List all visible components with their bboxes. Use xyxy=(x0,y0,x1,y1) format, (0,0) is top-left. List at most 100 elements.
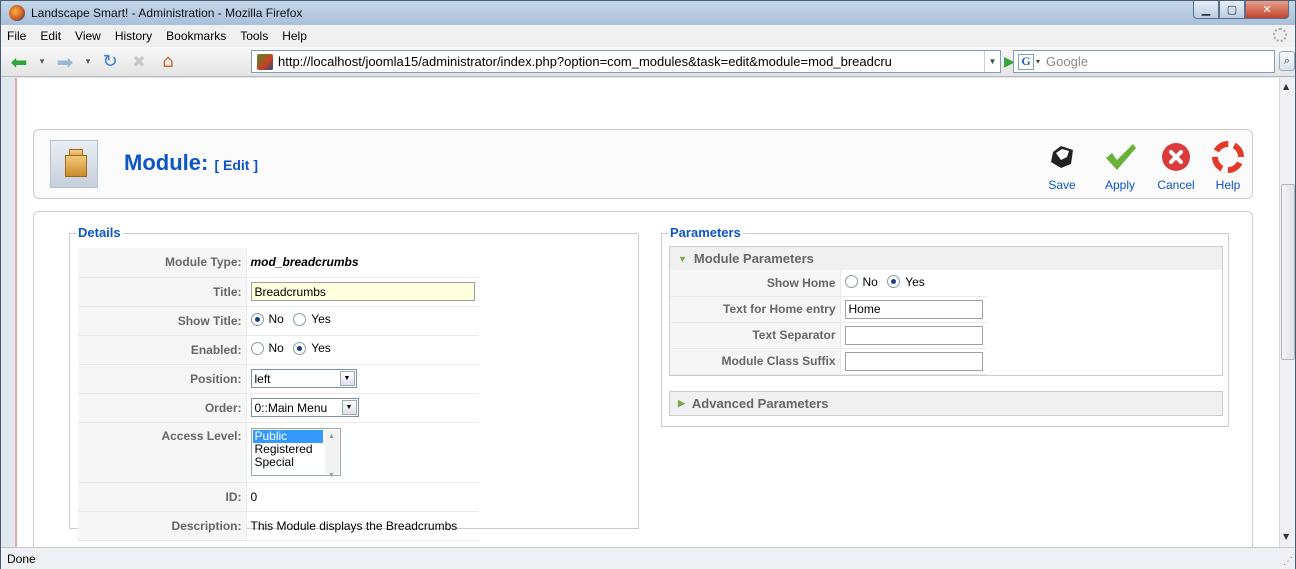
url-bar[interactable]: http://localhost/joomla15/administrator/… xyxy=(251,50,1001,73)
collapsed-triangle-icon: ▶ xyxy=(678,398,685,408)
title-input[interactable]: Breadcrumbs xyxy=(250,282,475,301)
cancel-label: Cancel xyxy=(1157,178,1195,192)
firefox-icon xyxy=(9,5,25,21)
url-text[interactable]: http://localhost/joomla15/administrator/… xyxy=(278,54,984,69)
id-value: 0 xyxy=(246,482,479,512)
help-button[interactable]: Help xyxy=(1200,140,1256,192)
forward-history-dropdown-icon[interactable]: ▾ xyxy=(83,50,93,74)
url-dropdown-icon[interactable]: ▼ xyxy=(984,51,1000,72)
menu-file[interactable]: File xyxy=(7,29,26,43)
advanced-parameters-toggle[interactable]: ▶ Advanced Parameters xyxy=(670,392,1222,415)
menu-tools[interactable]: Tools xyxy=(240,29,268,43)
scroll-up-icon[interactable]: ▲ xyxy=(1283,82,1289,91)
table-row: Position: left ▼ xyxy=(78,364,479,394)
menu-history[interactable]: History xyxy=(115,29,152,43)
details-fieldset: Details Module Type: mod_breadcrumbs Tit… xyxy=(69,225,639,541)
close-button[interactable]: ✕ xyxy=(1245,1,1289,19)
access-level-listbox[interactable]: Public Registered Special ▲ ▼ xyxy=(250,427,341,479)
home-text-input[interactable]: Home xyxy=(844,299,983,319)
menu-bar: File Edit View History Bookmarks Tools H… xyxy=(1,25,1295,47)
enabled-no-radio[interactable]: No xyxy=(250,341,284,356)
cancel-button[interactable]: Cancel xyxy=(1148,140,1204,192)
module-parameters-table: Show Home No Yes Text for Home entry Hom… xyxy=(670,270,987,375)
maximize-button[interactable]: ▢ xyxy=(1219,1,1245,19)
table-row: Text Separator xyxy=(670,322,987,349)
advanced-parameters-pane: ▶ Advanced Parameters xyxy=(669,391,1223,416)
separator-label: Text Separator xyxy=(670,322,841,349)
page-subtitle: [ Edit ] xyxy=(214,157,258,173)
table-row: Module Class Suffix xyxy=(670,348,987,375)
table-row: Enabled: No Yes xyxy=(78,335,479,365)
show-home-yes-radio[interactable]: Yes xyxy=(887,275,925,289)
class-suffix-label: Module Class Suffix xyxy=(670,348,841,375)
status-text: Done xyxy=(7,551,36,566)
order-select[interactable]: 0::Main Menu ▼ xyxy=(250,398,359,417)
show-title-yes-radio[interactable]: Yes xyxy=(293,312,331,326)
home-icon[interactable]: ⌂ xyxy=(155,50,181,74)
position-select[interactable]: left ▼ xyxy=(250,369,357,388)
throbber-icon xyxy=(1273,28,1287,42)
id-label: ID: xyxy=(78,482,247,512)
apply-label: Apply xyxy=(1104,178,1136,192)
resize-grip-icon[interactable]: ⋰ xyxy=(1283,556,1293,567)
chevron-down-icon[interactable]: ▼ xyxy=(341,400,357,415)
page-title-text: Module: xyxy=(124,150,209,175)
details-legend: Details xyxy=(76,225,123,240)
search-icon[interactable]: ⌕ xyxy=(1279,51,1295,71)
page-title: Module: [ Edit ] xyxy=(124,150,258,176)
table-row: Order: 0::Main Menu ▼ xyxy=(78,393,479,423)
module-type-label: Module Type: xyxy=(78,248,247,278)
parameters-fieldset: Parameters ▼ Module Parameters Show Home… xyxy=(661,225,1229,427)
help-label: Help xyxy=(1215,178,1241,192)
apply-button[interactable]: Apply xyxy=(1092,140,1148,192)
details-table: Module Type: mod_breadcrumbs Title: Brea… xyxy=(78,248,479,541)
back-history-dropdown-icon[interactable]: ▾ xyxy=(37,50,47,74)
status-bar: Done ⋰ xyxy=(1,547,1295,569)
stop-icon[interactable]: ✖ xyxy=(127,50,151,74)
engine-dropdown-icon[interactable]: ▾ xyxy=(1036,57,1040,66)
show-title-no-radio[interactable]: No xyxy=(250,312,284,326)
table-row: Show Home No Yes xyxy=(670,270,987,297)
search-bar[interactable]: G ▾ Google xyxy=(1013,50,1275,73)
description-value: This Module displays the Breadcrumbs xyxy=(246,511,479,541)
checkmark-icon xyxy=(1103,140,1137,174)
save-label: Save xyxy=(1048,178,1076,192)
module-parameters-toggle[interactable]: ▼ Module Parameters xyxy=(670,247,1222,270)
table-row: Module Type: mod_breadcrumbs xyxy=(78,248,479,278)
show-title-yes-label: Yes xyxy=(311,312,331,327)
expanded-triangle-icon: ▼ xyxy=(678,253,687,264)
forward-icon[interactable]: ➡ xyxy=(51,50,79,74)
navigation-toolbar: ⬅ ▾ ➡ ▾ ↻ ✖ ⌂ http://localhost/joomla15/… xyxy=(1,47,1295,77)
enabled-no-label: No xyxy=(268,341,284,356)
order-label: Order: xyxy=(78,393,247,423)
cancel-icon xyxy=(1159,140,1193,174)
module-icon xyxy=(50,140,98,188)
class-suffix-input[interactable] xyxy=(844,351,983,371)
chevron-down-icon[interactable]: ▼ xyxy=(339,371,355,386)
minimize-button[interactable]: ▁ xyxy=(1193,1,1219,19)
show-home-no-radio[interactable]: No xyxy=(844,275,878,289)
separator-input[interactable] xyxy=(844,325,983,345)
access-label: Access Level: xyxy=(78,422,247,483)
menu-bookmarks[interactable]: Bookmarks xyxy=(166,29,226,43)
google-engine-icon[interactable]: G xyxy=(1018,53,1034,70)
search-placeholder[interactable]: Google xyxy=(1046,54,1088,69)
vertical-scrollbar[interactable]: ▲ ▼ xyxy=(1279,78,1295,547)
enabled-yes-label: Yes xyxy=(311,341,331,356)
reload-icon[interactable]: ↻ xyxy=(97,50,123,74)
menu-edit[interactable]: Edit xyxy=(40,29,61,43)
menu-view[interactable]: View xyxy=(75,29,101,43)
title-bar: Landscape Smart! - Administration - Mozi… xyxy=(1,1,1295,25)
back-icon[interactable]: ⬅ xyxy=(5,50,33,74)
listbox-scrollbar[interactable]: ▲ ▼ xyxy=(324,429,339,479)
browser-window: Landscape Smart! - Administration - Mozi… xyxy=(0,0,1296,569)
save-button[interactable]: Save xyxy=(1034,140,1090,192)
toolbar-panel: Module: [ Edit ] Save Apply Cancel Help xyxy=(33,129,1253,199)
scroll-down-icon[interactable]: ▼ xyxy=(1283,532,1289,541)
show-title-label: Show Title: xyxy=(78,306,247,336)
window-title: Landscape Smart! - Administration - Mozi… xyxy=(31,6,303,20)
enabled-yes-radio[interactable]: Yes xyxy=(293,341,331,355)
access-option-public[interactable]: Public xyxy=(252,429,323,443)
menu-help[interactable]: Help xyxy=(282,29,307,43)
scroll-thumb[interactable] xyxy=(1281,184,1295,360)
